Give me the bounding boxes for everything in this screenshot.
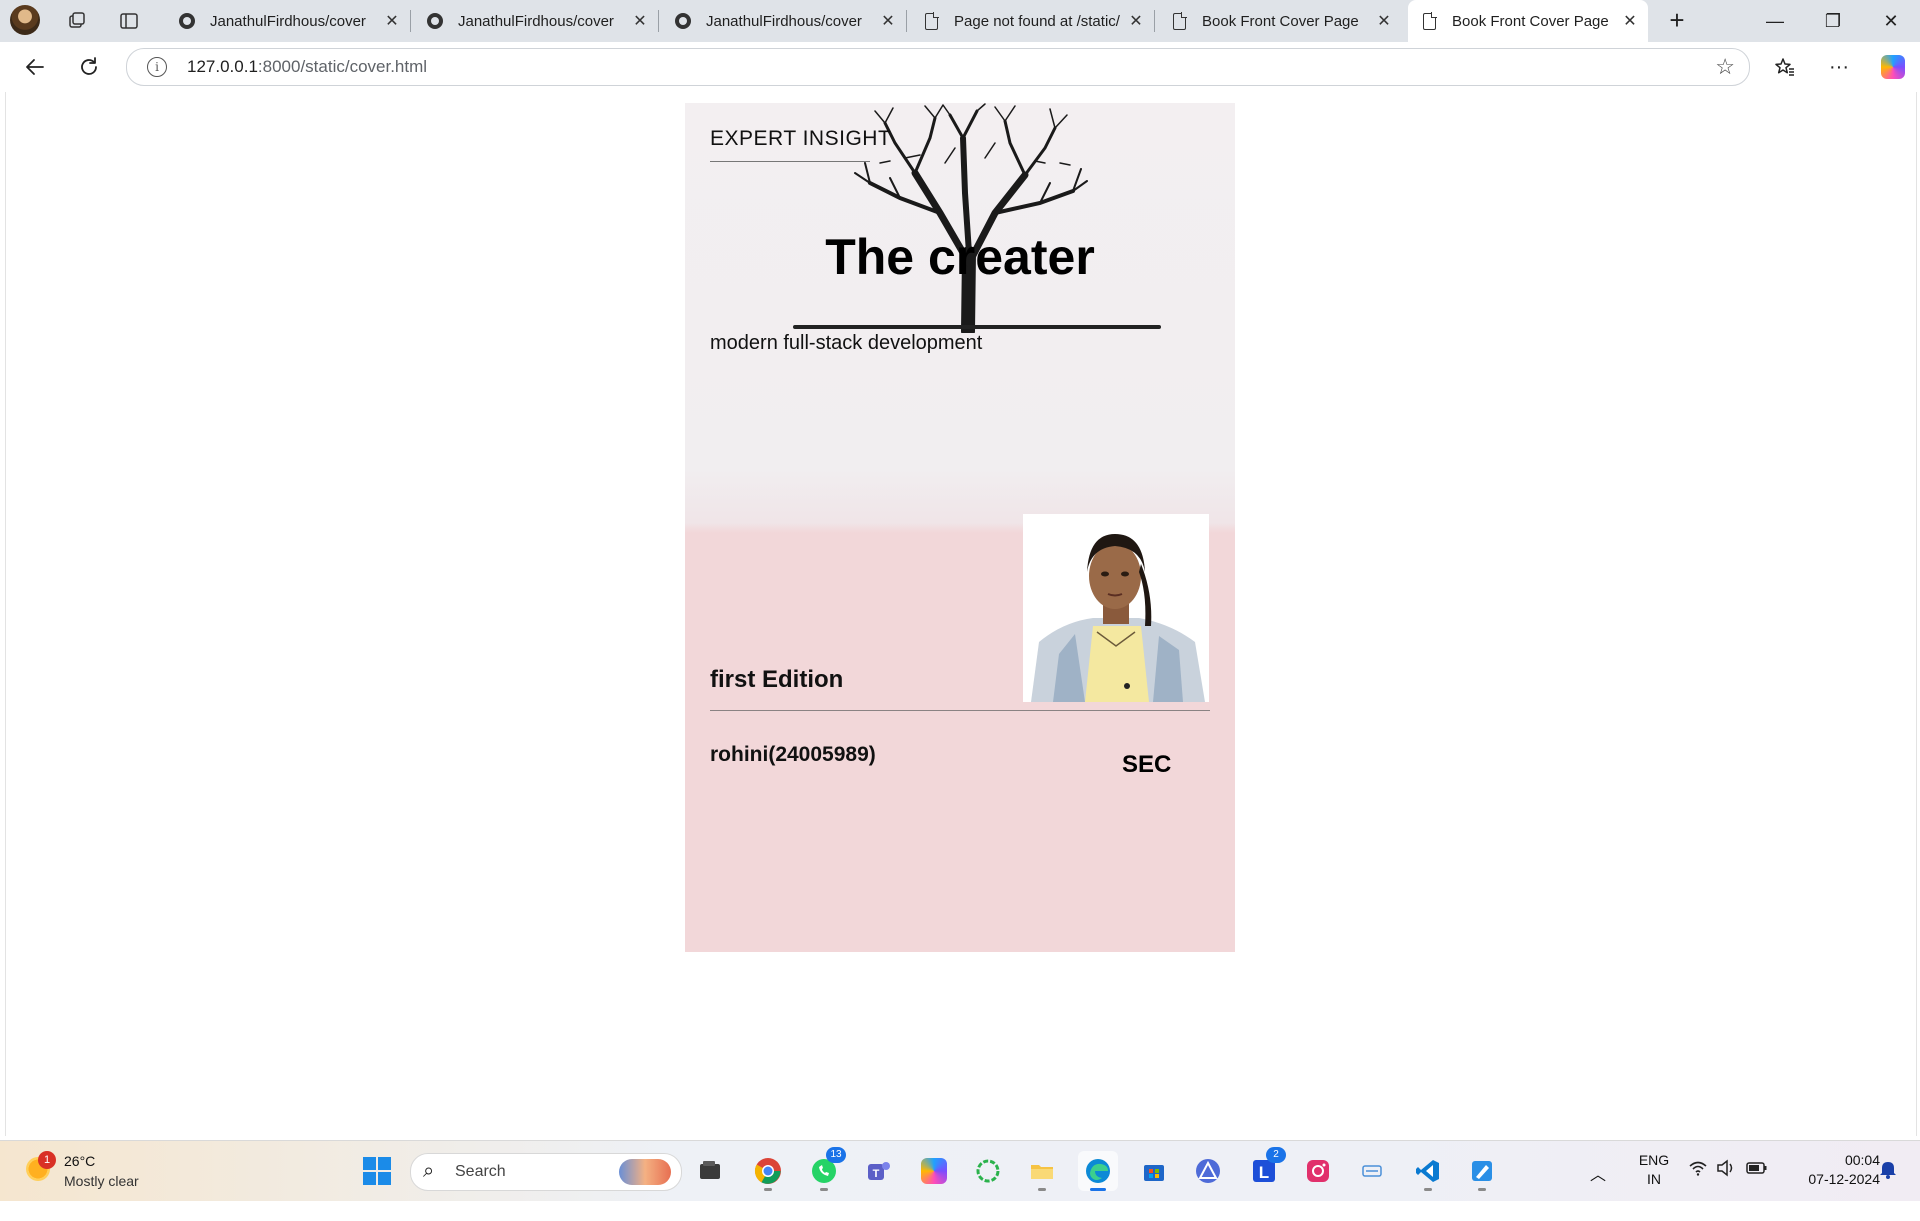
copilot-icon[interactable] xyxy=(1878,52,1908,82)
tab-title: JanathulFirdhous/cover xyxy=(210,12,366,30)
windows-logo-icon xyxy=(363,1157,391,1185)
author-photo xyxy=(1023,514,1209,702)
tray-overflow-icon[interactable]: ︿ xyxy=(1590,1161,1606,1221)
clock[interactable]: 00:04 07-12-2024 xyxy=(1780,1151,1880,1211)
book-cover: EXPERT INSIGHT The creater modern full-s… xyxy=(685,103,1235,952)
tab-github-3[interactable]: JanathulFirdhous/cover ✕ xyxy=(662,0,907,42)
edition-divider xyxy=(710,710,1210,711)
taskbar-search[interactable]: ⌕ Search xyxy=(410,1153,682,1191)
copilot-app-icon[interactable] xyxy=(914,1151,954,1191)
weather-temp: 26°C xyxy=(64,1153,96,1169)
restore-button[interactable]: ❐ xyxy=(1810,6,1856,36)
close-tab-icon[interactable]: ✕ xyxy=(630,11,650,31)
new-tab-button[interactable]: + xyxy=(1662,6,1692,36)
folder-icon[interactable] xyxy=(1022,1151,1062,1191)
paint-icon[interactable] xyxy=(1462,1151,1502,1191)
svg-text:T: T xyxy=(873,1168,880,1180)
favorite-star-icon[interactable]: ☆ xyxy=(1715,54,1735,80)
tab-page-not-found[interactable]: Page not found at /static/ ✕ xyxy=(910,0,1155,42)
close-tab-icon[interactable]: ✕ xyxy=(382,11,402,31)
book-title: The creater xyxy=(825,229,1095,285)
refresh-button[interactable] xyxy=(74,52,104,82)
tab-github-2[interactable]: JanathulFirdhous/cover ✕ xyxy=(414,0,659,42)
chrome-icon[interactable] xyxy=(748,1151,788,1191)
vscode-icon[interactable] xyxy=(1408,1151,1448,1191)
series-underline xyxy=(710,161,870,162)
title-rule xyxy=(793,325,1161,329)
search-placeholder: Search xyxy=(455,1163,506,1180)
tab-github-1[interactable]: JanathulFirdhous/cover ✕ xyxy=(166,0,411,42)
file-explorer-icon[interactable] xyxy=(690,1151,730,1191)
publisher-label: SEC xyxy=(1122,751,1172,778)
author-name: rohini(24005989) xyxy=(710,743,876,766)
github-icon xyxy=(674,12,692,30)
tab-book-cover-active[interactable]: Book Front Cover Page ✕ xyxy=(1408,0,1648,42)
edge-icon[interactable] xyxy=(1078,1151,1118,1191)
series-label: EXPERT INSIGHT xyxy=(710,127,892,150)
site-info-icon[interactable]: i xyxy=(147,57,167,77)
instagram-icon[interactable] xyxy=(1298,1151,1338,1191)
tab-title: Page not found at /static/ xyxy=(954,12,1120,30)
triangle-app-icon[interactable] xyxy=(1188,1151,1228,1191)
favorites-icon[interactable] xyxy=(1770,52,1800,82)
loading-ring-icon[interactable] xyxy=(968,1151,1008,1191)
cpu-app-icon[interactable] xyxy=(1352,1151,1392,1191)
weather-widget[interactable]: 1 26°C Mostly clear xyxy=(22,1151,212,1193)
github-icon xyxy=(426,12,444,30)
back-button[interactable] xyxy=(20,52,50,82)
svg-text:L: L xyxy=(1259,1163,1269,1182)
more-options-icon[interactable]: ··· xyxy=(1824,52,1854,82)
language-indicator[interactable]: ENG IN xyxy=(1634,1151,1674,1211)
close-tab-icon[interactable]: ✕ xyxy=(1126,11,1146,31)
weather-badge: 1 xyxy=(38,1151,56,1169)
battery-icon[interactable] xyxy=(1746,1159,1768,1219)
url-text[interactable]: 127.0.0.1:8000/static/cover.html xyxy=(187,57,427,77)
tab-actions-icon[interactable] xyxy=(116,8,142,34)
search-icon: ⌕ xyxy=(423,1160,435,1182)
edition-label: first Edition xyxy=(710,666,844,693)
close-tab-icon[interactable]: ✕ xyxy=(1374,11,1394,31)
workspaces-icon[interactable] xyxy=(64,8,90,34)
close-tab-icon[interactable]: ✕ xyxy=(1620,11,1640,31)
tab-title: Book Front Cover Page xyxy=(1452,12,1609,30)
whatsapp-icon[interactable]: 13 xyxy=(804,1147,846,1191)
navigation-bar: i 127.0.0.1:8000/static/cover.html ☆ ··· xyxy=(0,42,1920,92)
close-window-button[interactable]: ✕ xyxy=(1868,6,1914,36)
tab-title: JanathulFirdhous/cover xyxy=(706,12,862,30)
book-subtitle: modern full-stack development xyxy=(710,332,983,354)
tab-title: Book Front Cover Page xyxy=(1202,12,1359,30)
github-icon xyxy=(178,12,196,30)
taskbar: 1 26°C Mostly clear ⌕ Search 13 T L 2 ︿ … xyxy=(0,1140,1920,1201)
volume-icon[interactable] xyxy=(1716,1159,1736,1219)
wifi-icon[interactable] xyxy=(1688,1159,1708,1219)
tab-title: JanathulFirdhous/cover xyxy=(458,12,614,30)
tab-strip: JanathulFirdhous/cover ✕ JanathulFirdhou… xyxy=(0,0,1920,42)
search-highlight-icon xyxy=(619,1159,671,1185)
notification-bell-icon[interactable] xyxy=(1878,1159,1898,1219)
l-app-icon[interactable]: L 2 xyxy=(1244,1147,1286,1191)
address-bar[interactable]: i 127.0.0.1:8000/static/cover.html ☆ xyxy=(126,48,1750,86)
page-icon xyxy=(922,11,940,30)
page-icon xyxy=(1420,11,1438,30)
profile-avatar[interactable] xyxy=(10,5,40,35)
store-icon[interactable] xyxy=(1134,1151,1174,1191)
tab-book-cover-1[interactable]: Book Front Cover Page ✕ xyxy=(1158,0,1402,42)
minimize-button[interactable]: — xyxy=(1752,6,1798,36)
weather-condition: Mostly clear xyxy=(64,1173,139,1189)
close-tab-icon[interactable]: ✕ xyxy=(878,11,898,31)
teams-icon[interactable]: T xyxy=(858,1151,898,1191)
page-icon xyxy=(1170,11,1188,30)
start-button[interactable] xyxy=(357,1151,397,1191)
